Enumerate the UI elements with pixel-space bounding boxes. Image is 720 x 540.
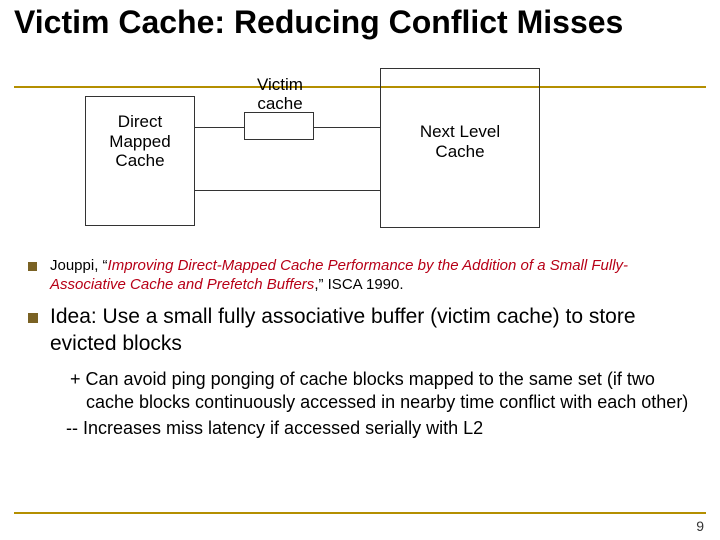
bullet-icon [28, 262, 50, 271]
idea-rest: Use a small fully associative buffer (vi… [50, 305, 636, 355]
slide: Victim Cache: Reducing Conflict Misses D… [0, 0, 720, 540]
victim-cache-box [244, 112, 314, 140]
bullet-reference: Jouppi, “Improving Direct-Mapped Cache P… [20, 256, 700, 294]
bullet-text-idea: Idea: Use a small fully associative buff… [50, 304, 700, 358]
page-number: 9 [696, 518, 704, 534]
ref-suffix: ,” ISCA 1990. [314, 276, 403, 293]
sub-points: + Can avoid ping ponging of cache blocks… [58, 368, 700, 440]
bullet-idea: Idea: Use a small fully associative buff… [20, 304, 700, 358]
direct-mapped-cache-box [85, 96, 195, 226]
body-content: Jouppi, “Improving Direct-Mapped Cache P… [20, 256, 700, 440]
connector-dmc-to-vc [195, 127, 244, 128]
slide-title: Victim Cache: Reducing Conflict Misses [14, 4, 706, 41]
bullet-text-reference: Jouppi, “Improving Direct-Mapped Cache P… [50, 256, 700, 294]
bottom-rule [14, 512, 706, 514]
connector-vc-to-nlc [314, 127, 380, 128]
diagram: Direct Mapped Cache Next Level Cache Vic… [0, 60, 720, 240]
sub-point-plus: + Can avoid ping ponging of cache blocks… [58, 368, 700, 413]
victim-cache-label: Victim cache [240, 76, 320, 113]
bullet-icon [28, 313, 50, 323]
next-level-cache-box [380, 68, 540, 228]
sub-point-minus: -- Increases miss latency if accessed se… [58, 417, 700, 440]
ref-prefix: Jouppi, “ [50, 257, 108, 274]
idea-prefix: Idea: [50, 305, 103, 328]
connector-dmc-to-nlc [195, 190, 380, 191]
